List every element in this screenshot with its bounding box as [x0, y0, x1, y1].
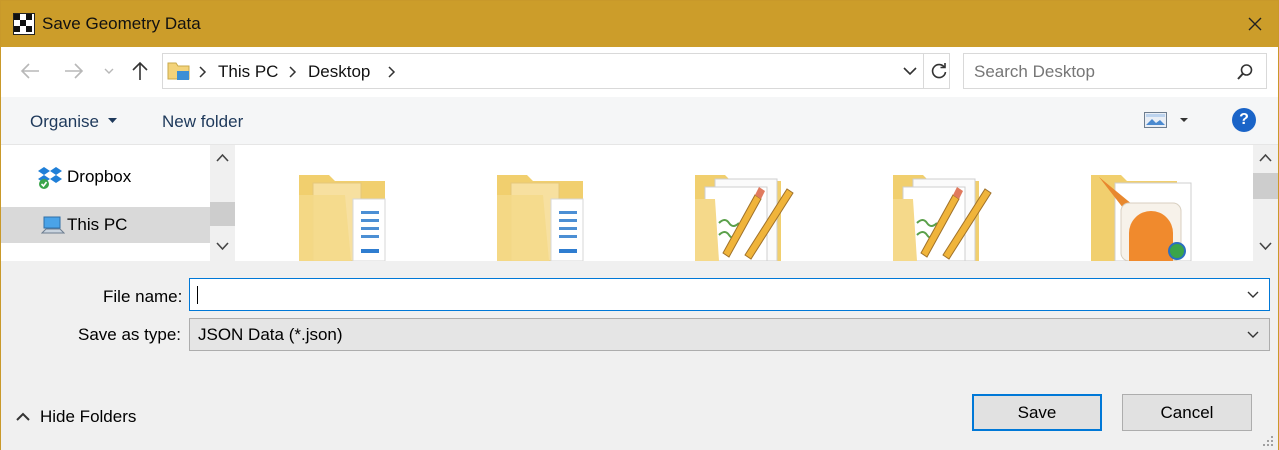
dropbox-icon: [38, 167, 62, 189]
file-list: [237, 145, 1253, 261]
help-button[interactable]: ?: [1232, 108, 1256, 132]
organise-button[interactable]: Organise: [30, 112, 99, 132]
close-button[interactable]: [1232, 1, 1278, 47]
arrow-right-icon: [65, 63, 84, 79]
file-name-label: File name:: [103, 287, 183, 306]
navigation-pane: Dropbox This PC: [1, 145, 210, 261]
folder-documents-icon: [497, 175, 584, 261]
folder-item[interactable]: [695, 173, 815, 261]
folder-item[interactable]: [299, 173, 419, 261]
chevron-down-icon[interactable]: [903, 65, 917, 77]
caret-down-icon: [108, 118, 117, 123]
forward-button[interactable]: [63, 60, 89, 84]
file-name-field[interactable]: [189, 278, 1270, 311]
save-dialog: Save Geometry Data This PC Desktop Searc…: [0, 0, 1279, 450]
folder-item[interactable]: [497, 173, 617, 261]
chevron-up-icon[interactable]: [1259, 153, 1272, 163]
save-as-type-value: JSON Data (*.json): [198, 325, 343, 344]
command-bar: Organise New folder ?: [1, 97, 1278, 145]
new-folder-button[interactable]: New folder: [162, 112, 243, 132]
save-form: File name: Save as type: JSON Data (*.js…: [1, 261, 1278, 450]
sidebar-item-dropbox[interactable]: Dropbox: [1, 159, 210, 195]
refresh-icon: [931, 63, 947, 79]
arrow-left-icon: [20, 63, 39, 79]
up-button[interactable]: [129, 60, 155, 84]
navigation-scrollbar[interactable]: [210, 145, 235, 261]
chevron-right-icon: [388, 66, 396, 78]
folder-app-icon: [1091, 175, 1192, 261]
save-button[interactable]: Save: [972, 394, 1102, 431]
sidebar-item-label: Dropbox: [67, 167, 132, 186]
search-icon: [1237, 64, 1253, 80]
save-as-type-select[interactable]: JSON Data (*.json): [189, 318, 1270, 351]
back-button[interactable]: [19, 60, 45, 84]
save-as-type-label: Save as type:: [78, 325, 182, 344]
hide-folders-label: Hide Folders: [40, 407, 137, 426]
text-cursor: [197, 286, 198, 304]
folder-item[interactable]: [1091, 173, 1211, 261]
view-options-icon[interactable]: [1144, 111, 1190, 131]
app-icon: [13, 13, 35, 35]
scrollbar-thumb[interactable]: [1253, 173, 1278, 199]
chevron-down-icon: [1247, 331, 1259, 338]
folder-pencil-icon: [893, 175, 992, 261]
address-bar[interactable]: This PC Desktop: [162, 53, 950, 89]
resize-grip-icon[interactable]: [1262, 435, 1274, 447]
chevron-up-icon[interactable]: [216, 153, 229, 163]
search-placeholder: Search Desktop: [974, 62, 1095, 81]
window-title: Save Geometry Data: [42, 14, 201, 33]
file-list-scrollbar[interactable]: [1253, 145, 1278, 261]
chevron-down-icon[interactable]: [216, 241, 229, 251]
computer-icon: [41, 216, 65, 234]
chevron-down-icon: [104, 68, 114, 74]
close-icon: [1248, 17, 1262, 31]
folder-item[interactable]: [893, 173, 1013, 261]
recent-locations-button[interactable]: [103, 60, 117, 84]
folder-documents-icon: [299, 175, 386, 261]
arrow-up-icon: [132, 61, 148, 80]
chevron-down-icon[interactable]: [1247, 291, 1259, 299]
chevron-right-icon: [199, 66, 207, 78]
navigation-bar: This PC Desktop Search Desktop: [1, 47, 1278, 97]
chevron-down-icon[interactable]: [1259, 241, 1272, 251]
refresh-button[interactable]: [923, 54, 951, 88]
breadcrumb-desktop[interactable]: Desktop: [308, 62, 370, 82]
title-bar[interactable]: Save Geometry Data: [1, 1, 1278, 47]
browse-area: Dropbox This PC: [1, 145, 1278, 261]
search-box[interactable]: Search Desktop: [963, 53, 1267, 89]
breadcrumb-this-pc[interactable]: This PC: [218, 62, 278, 82]
chevron-up-icon: [16, 412, 30, 421]
sidebar-item-this-pc[interactable]: This PC: [1, 207, 210, 243]
folder-icon: [167, 62, 190, 80]
folder-pencil-icon: [695, 175, 794, 261]
chevron-right-icon: [289, 66, 297, 78]
scrollbar-thumb[interactable]: [210, 202, 235, 226]
sidebar-item-label: This PC: [67, 215, 128, 234]
cancel-button[interactable]: Cancel: [1122, 394, 1252, 431]
